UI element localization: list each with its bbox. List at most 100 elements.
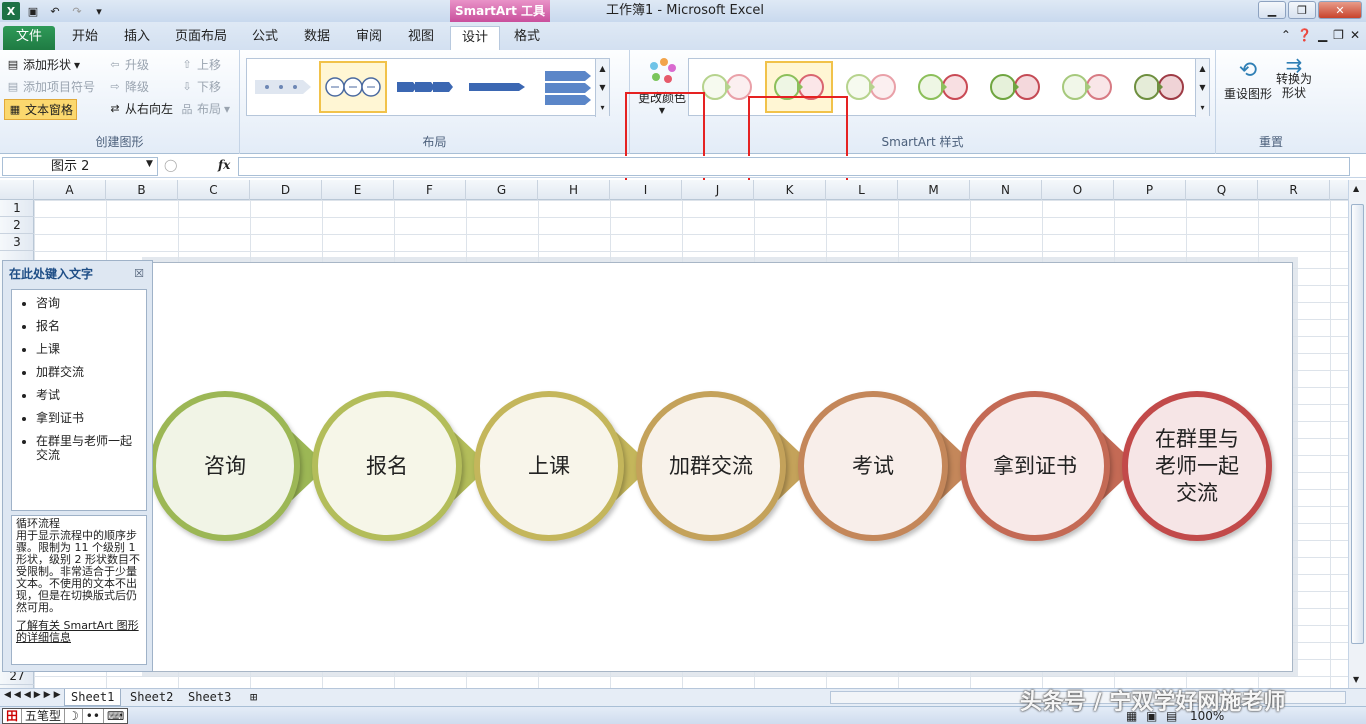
ime-name[interactable]: 五笔型 bbox=[22, 709, 66, 723]
column-header-j[interactable]: J bbox=[682, 180, 754, 200]
flow-node[interactable]: 咨询 bbox=[150, 391, 300, 541]
column-header-e[interactable]: E bbox=[322, 180, 394, 200]
select-all-corner[interactable] bbox=[0, 180, 34, 200]
column-header-k[interactable]: K bbox=[754, 180, 826, 200]
gallery-down-icon[interactable]: ▼ bbox=[1199, 83, 1205, 92]
style-gallery-scroll[interactable]: ▲ ▼ ▾ bbox=[1195, 59, 1209, 117]
scroll-down-icon[interactable]: ▼ bbox=[1353, 675, 1359, 684]
sheet-nav-icons[interactable]: ◀◀◀▶▶▶ bbox=[4, 690, 64, 700]
restore-button[interactable]: ❐ bbox=[1288, 1, 1316, 19]
tab-page-layout[interactable]: 页面布局 bbox=[168, 26, 234, 50]
gallery-more-icon[interactable]: ▾ bbox=[1200, 103, 1204, 112]
text-pane-close-icon[interactable]: ☒ bbox=[134, 267, 144, 280]
layout-thumb-4[interactable] bbox=[463, 61, 531, 113]
redo-icon[interactable]: ↷ bbox=[68, 2, 86, 20]
layout-thumb-5[interactable] bbox=[535, 61, 603, 113]
ime-moon-icon[interactable]: ☽ bbox=[65, 709, 83, 723]
tab-view[interactable]: 视图 bbox=[398, 26, 444, 50]
column-header-h[interactable]: H bbox=[538, 180, 610, 200]
column-header-d[interactable]: D bbox=[250, 180, 322, 200]
move-up-button[interactable]: ⇧ 上移 bbox=[180, 56, 221, 73]
column-header-n[interactable]: N bbox=[970, 180, 1042, 200]
flow-node[interactable]: 在群里与老师一起交流 bbox=[1122, 391, 1272, 541]
add-shape-button[interactable]: ▤ 添加形状 ▾ bbox=[6, 56, 80, 73]
column-header-m[interactable]: M bbox=[898, 180, 970, 200]
column-header-c[interactable]: C bbox=[178, 180, 250, 200]
layout-gallery-scroll[interactable]: ▲ ▼ ▾ bbox=[595, 59, 609, 117]
sheet-tab-1[interactable]: Sheet1 bbox=[64, 689, 122, 706]
column-header-l[interactable]: L bbox=[826, 180, 898, 200]
collapse-ribbon-icon[interactable]: ⌃ bbox=[1281, 28, 1291, 42]
column-header-a[interactable]: A bbox=[34, 180, 106, 200]
doc-minimize-icon[interactable]: ▁ bbox=[1318, 28, 1327, 42]
add-bullet-button[interactable]: ▤ 添加项目符号 bbox=[6, 78, 95, 95]
column-header-p[interactable]: P bbox=[1114, 180, 1186, 200]
name-box-dropdown-icon[interactable]: ▼ bbox=[146, 159, 153, 169]
text-pane-item[interactable]: 考试 bbox=[36, 388, 142, 402]
row-header-3[interactable]: 3 bbox=[0, 234, 34, 251]
text-pane-item[interactable]: 加群交流 bbox=[36, 365, 142, 379]
layout-button[interactable]: 品布局 ▾ bbox=[180, 100, 231, 117]
row-header-2[interactable]: 2 bbox=[0, 217, 34, 234]
style-thumb-6[interactable] bbox=[1053, 61, 1121, 113]
doc-close-icon[interactable]: ✕ bbox=[1350, 28, 1360, 42]
promote-button[interactable]: ⇦ 升级 bbox=[108, 56, 149, 73]
ime-toolbar[interactable]: 田 五笔型 ☽ •• ⌨ bbox=[2, 708, 129, 724]
flow-node[interactable]: 拿到证书 bbox=[960, 391, 1110, 541]
close-button[interactable]: ✕ bbox=[1318, 1, 1362, 19]
reset-graphic-button[interactable]: ⟲ 重设图形 bbox=[1224, 58, 1272, 102]
layout-thumb-2-selected[interactable] bbox=[319, 61, 387, 113]
tab-review[interactable]: 审阅 bbox=[346, 26, 392, 50]
insert-sheet-icon[interactable]: ⊞ bbox=[244, 689, 263, 706]
text-pane-item[interactable]: 拿到证书 bbox=[36, 411, 142, 425]
ime-keyboard-icon[interactable]: ⌨ bbox=[104, 709, 127, 723]
flow-node[interactable]: 加群交流 bbox=[636, 391, 786, 541]
column-header-r[interactable]: R bbox=[1258, 180, 1330, 200]
save-icon[interactable]: ▣ bbox=[24, 2, 42, 20]
text-pane-item[interactable]: 报名 bbox=[36, 319, 142, 333]
style-thumb-7[interactable] bbox=[1125, 61, 1193, 113]
column-header-b[interactable]: B bbox=[106, 180, 178, 200]
column-header-g[interactable]: G bbox=[466, 180, 538, 200]
row-header-1[interactable]: 1 bbox=[0, 200, 34, 217]
convert-to-shapes-button[interactable]: ⇉ 转换为 形状 bbox=[1276, 55, 1312, 100]
tab-design[interactable]: 设计 bbox=[450, 26, 500, 50]
doc-restore-icon[interactable]: ❐ bbox=[1333, 28, 1344, 42]
help-icon[interactable]: ❓ bbox=[1297, 28, 1312, 42]
learn-more-link[interactable]: 了解有关 SmartArt 图形的详细信息 bbox=[16, 620, 142, 644]
gallery-down-icon[interactable]: ▼ bbox=[599, 83, 605, 92]
excel-icon[interactable]: X bbox=[2, 2, 20, 20]
flow-node[interactable]: 考试 bbox=[798, 391, 948, 541]
column-header-q[interactable]: Q bbox=[1186, 180, 1258, 200]
gallery-more-icon[interactable]: ▾ bbox=[600, 103, 604, 112]
move-down-button[interactable]: ⇩ 下移 bbox=[180, 78, 221, 95]
tab-file[interactable]: 文件 bbox=[3, 26, 55, 50]
style-thumb-4[interactable] bbox=[909, 61, 977, 113]
scroll-up-icon[interactable]: ▲ bbox=[1353, 184, 1359, 193]
gallery-up-icon[interactable]: ▲ bbox=[1199, 64, 1205, 73]
ime-punct-icon[interactable]: •• bbox=[83, 709, 104, 723]
formula-input[interactable] bbox=[238, 157, 1350, 176]
insert-function-icon[interactable]: fx bbox=[218, 158, 230, 172]
text-pane-button[interactable]: ▦ 文本窗格 bbox=[4, 99, 78, 120]
right-to-left-button[interactable]: ⇄ 从右向左 bbox=[108, 100, 173, 117]
layout-thumb-3[interactable] bbox=[391, 61, 459, 113]
layout-thumb-1[interactable] bbox=[249, 61, 317, 113]
name-box[interactable]: 图示 2 bbox=[2, 157, 158, 176]
sheet-tab-3[interactable]: Sheet3 bbox=[182, 689, 237, 706]
text-pane-list[interactable]: 咨询 报名 上课 加群交流 考试 拿到证书 在群里与老师一起交流 bbox=[11, 289, 147, 511]
text-pane-item[interactable]: 上课 bbox=[36, 342, 142, 356]
tab-formulas[interactable]: 公式 bbox=[242, 26, 288, 50]
column-header-i[interactable]: I bbox=[610, 180, 682, 200]
minimize-button[interactable]: ▁ bbox=[1258, 1, 1286, 19]
sheet-tab-2[interactable]: Sheet2 bbox=[124, 689, 179, 706]
tab-data[interactable]: 数据 bbox=[294, 26, 340, 50]
tab-format[interactable]: 格式 bbox=[504, 26, 550, 50]
text-pane-item[interactable]: 在群里与老师一起交流 bbox=[36, 434, 142, 462]
column-header-f[interactable]: F bbox=[394, 180, 466, 200]
column-header-o[interactable]: O bbox=[1042, 180, 1114, 200]
ime-logo-icon[interactable]: 田 bbox=[3, 709, 23, 723]
tab-home[interactable]: 开始 bbox=[62, 26, 108, 50]
customize-qat-icon[interactable]: ▾ bbox=[90, 2, 108, 20]
style-thumb-5[interactable] bbox=[981, 61, 1049, 113]
